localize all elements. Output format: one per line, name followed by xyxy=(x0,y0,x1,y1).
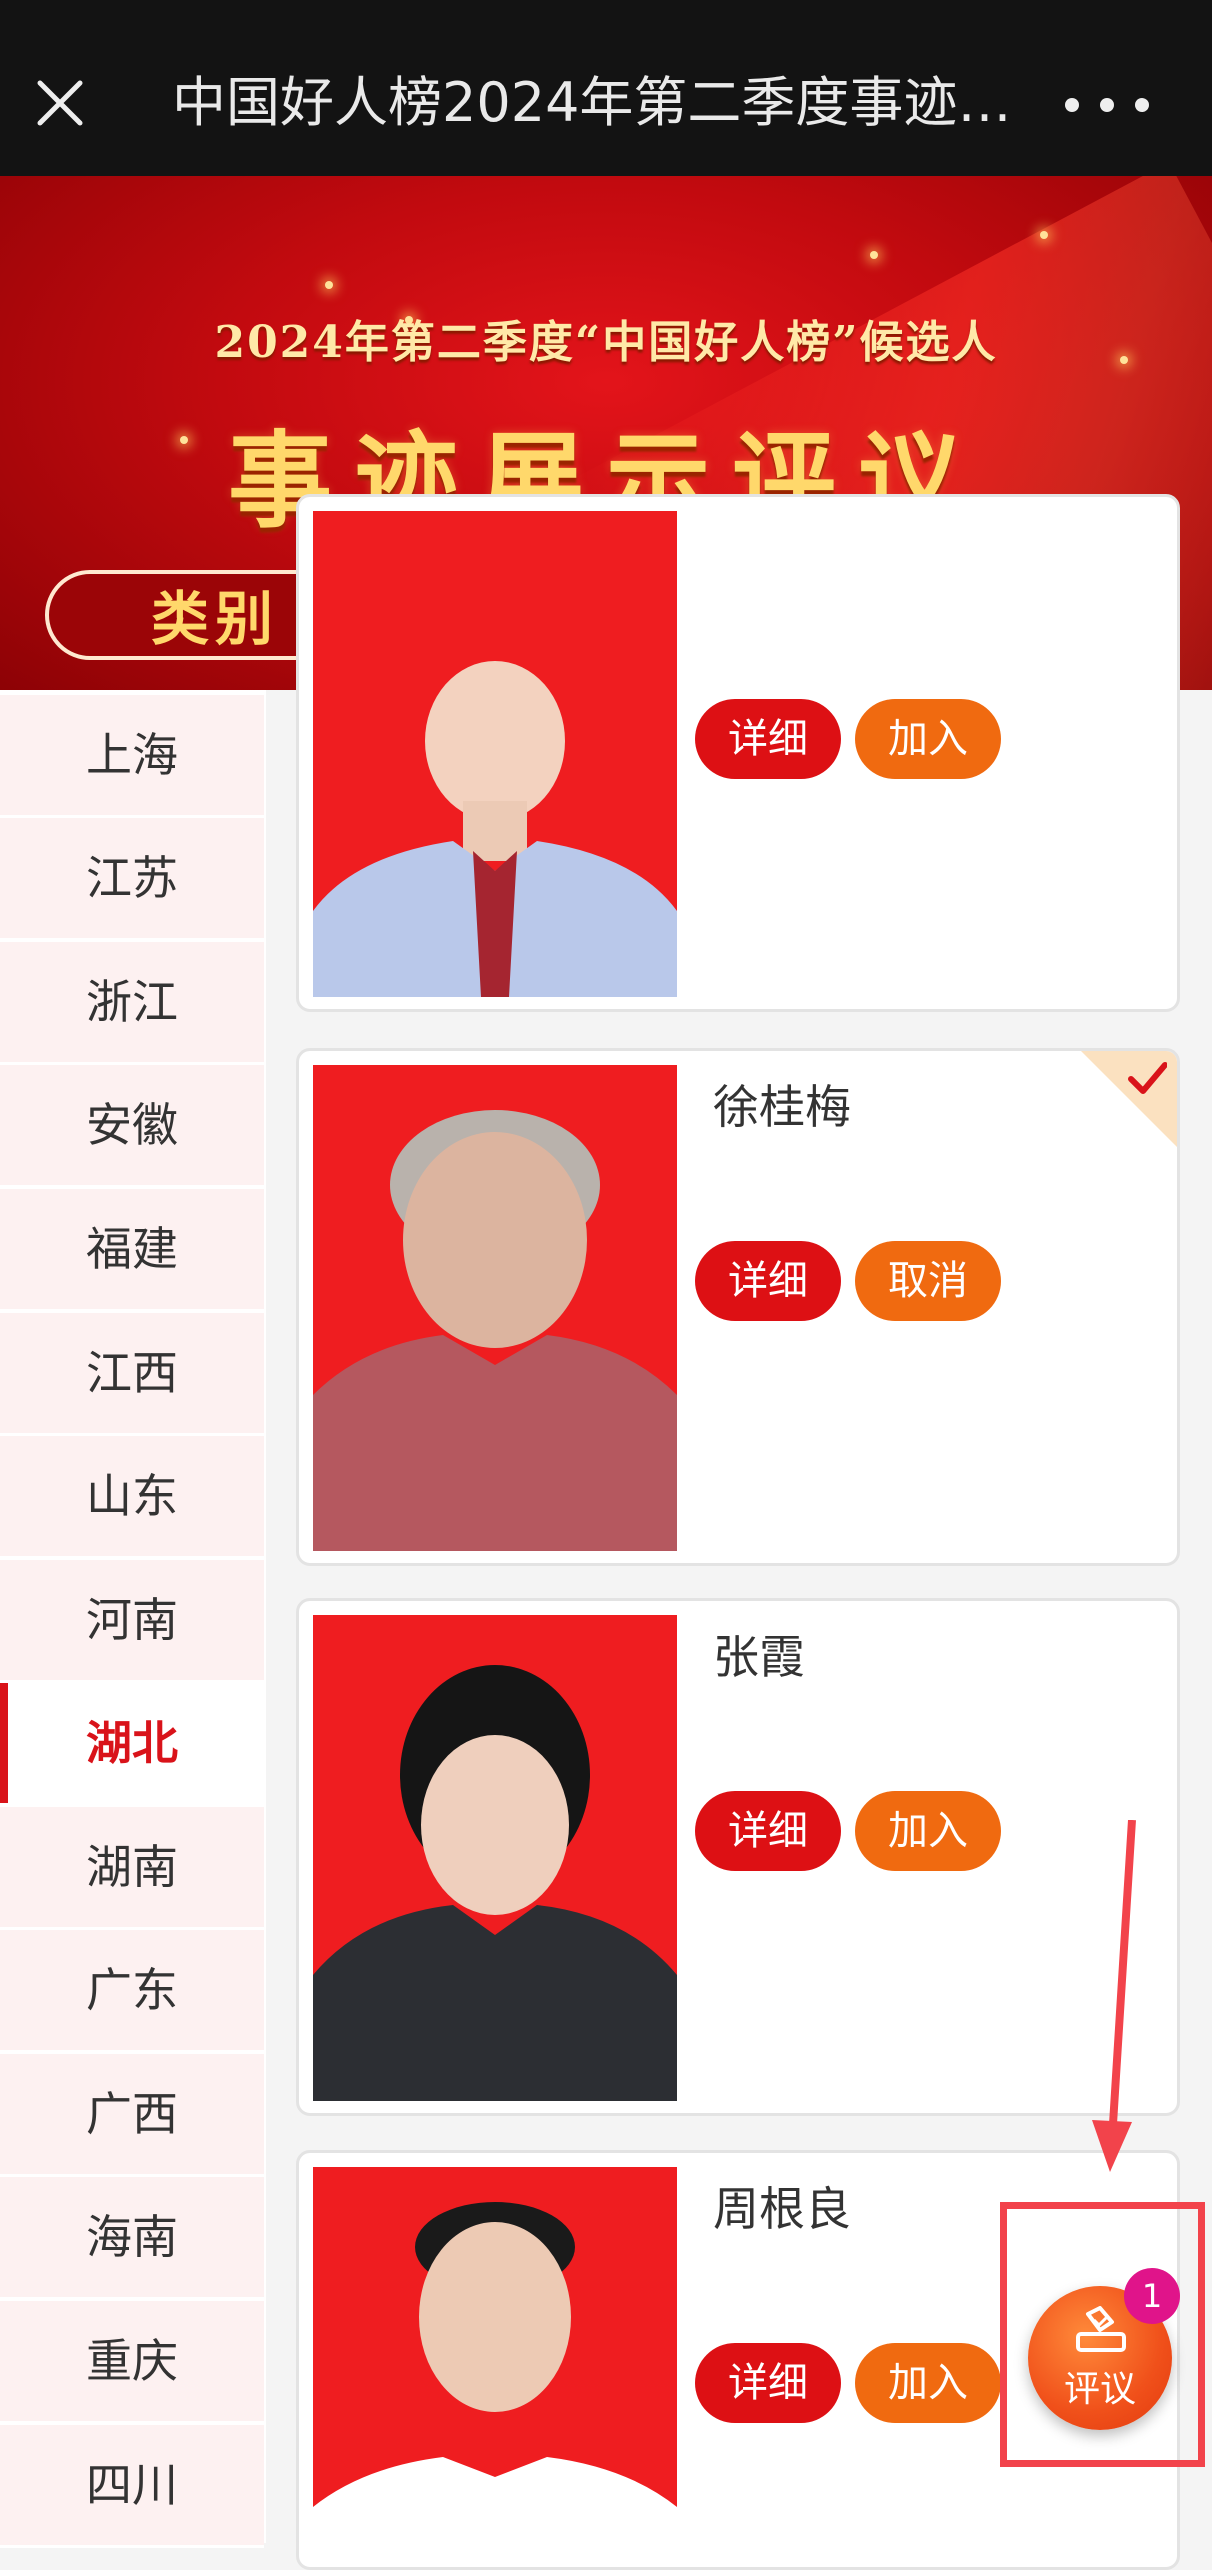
sidebar-item-zhejiang[interactable]: 浙江 xyxy=(0,942,264,1065)
candidate-card[interactable]: 徐桂梅 详细 取消 xyxy=(296,1048,1180,1566)
sparkle xyxy=(1040,231,1048,239)
candidate-card[interactable]: 详细 加入 xyxy=(296,494,1180,1012)
notification-badge: 1 xyxy=(1124,2268,1180,2324)
candidate-card[interactable]: 张霞 详细 加入 xyxy=(296,1598,1180,2116)
detail-button[interactable]: 详细 xyxy=(695,699,841,779)
candidate-name: 徐桂梅 xyxy=(713,1080,851,1134)
sidebar-item-hainan[interactable]: 海南 xyxy=(0,2177,264,2300)
province-sidebar: 上海 江苏 浙江 安徽 福建 江西 山东 河南 湖北 湖南 广东 广西 海南 重… xyxy=(0,690,266,2548)
check-icon xyxy=(1128,1062,1167,1094)
sidebar-item-guangdong[interactable]: 广东 xyxy=(0,1930,264,2053)
sidebar-item-shanghai[interactable]: 上海 xyxy=(0,695,264,818)
top-nav-bar: 中国好人榜2024年第二季度事迹展... xyxy=(0,0,1212,176)
sidebar-item-henan[interactable]: 河南 xyxy=(0,1560,264,1683)
sidebar-item-jiangxi[interactable]: 江西 xyxy=(0,1313,264,1436)
person-portrait-icon xyxy=(313,1065,677,1551)
detail-button[interactable]: 详细 xyxy=(695,1241,841,1321)
close-icon[interactable] xyxy=(30,73,90,133)
more-horizontal-icon[interactable] xyxy=(1052,75,1162,135)
sidebar-item-hubei[interactable]: 湖北 xyxy=(0,1683,264,1806)
sparkle xyxy=(325,281,333,289)
banner-subtitle: 2024年第二季度“中国好人榜”候选人 xyxy=(214,317,998,368)
add-button[interactable]: 加入 xyxy=(855,2343,1001,2423)
cancel-button[interactable]: 取消 xyxy=(855,1241,1001,1321)
add-button[interactable]: 加入 xyxy=(855,699,1001,779)
candidate-name: 周根良 xyxy=(713,2182,851,2236)
person-portrait-icon xyxy=(313,2167,677,2567)
add-button[interactable]: 加入 xyxy=(855,1791,1001,1871)
candidate-name: 张霞 xyxy=(713,1630,805,1684)
sidebar-item-shandong[interactable]: 山东 xyxy=(0,1436,264,1559)
person-portrait-icon xyxy=(313,511,677,997)
sidebar-item-guangxi[interactable]: 广西 xyxy=(0,2054,264,2177)
annotation-arrow xyxy=(1092,1820,1136,2172)
sidebar-item-hunan[interactable]: 湖南 xyxy=(0,1807,264,1930)
sparkle xyxy=(870,251,878,259)
person-portrait-icon xyxy=(313,1615,677,2101)
ballot-icon xyxy=(1076,2306,1126,2352)
sidebar-item-chongqing[interactable]: 重庆 xyxy=(0,2301,264,2424)
detail-button[interactable]: 详细 xyxy=(695,1791,841,1871)
sidebar-item-fujian[interactable]: 福建 xyxy=(0,1189,264,1312)
detail-button[interactable]: 详细 xyxy=(695,2343,841,2423)
candidate-photo xyxy=(313,511,677,997)
sidebar-item-anhui[interactable]: 安徽 xyxy=(0,1065,264,1188)
page-title: 中国好人榜2024年第二季度事迹展... xyxy=(172,71,1022,134)
candidate-photo xyxy=(313,1615,677,2101)
candidate-photo xyxy=(313,2167,677,2567)
comment-label: 评议 xyxy=(1063,2369,1136,2410)
sidebar-item-sichuan[interactable]: 四川 xyxy=(0,2425,264,2548)
sidebar-item-jiangsu[interactable]: 江苏 xyxy=(0,818,264,941)
candidate-photo xyxy=(313,1065,677,1551)
